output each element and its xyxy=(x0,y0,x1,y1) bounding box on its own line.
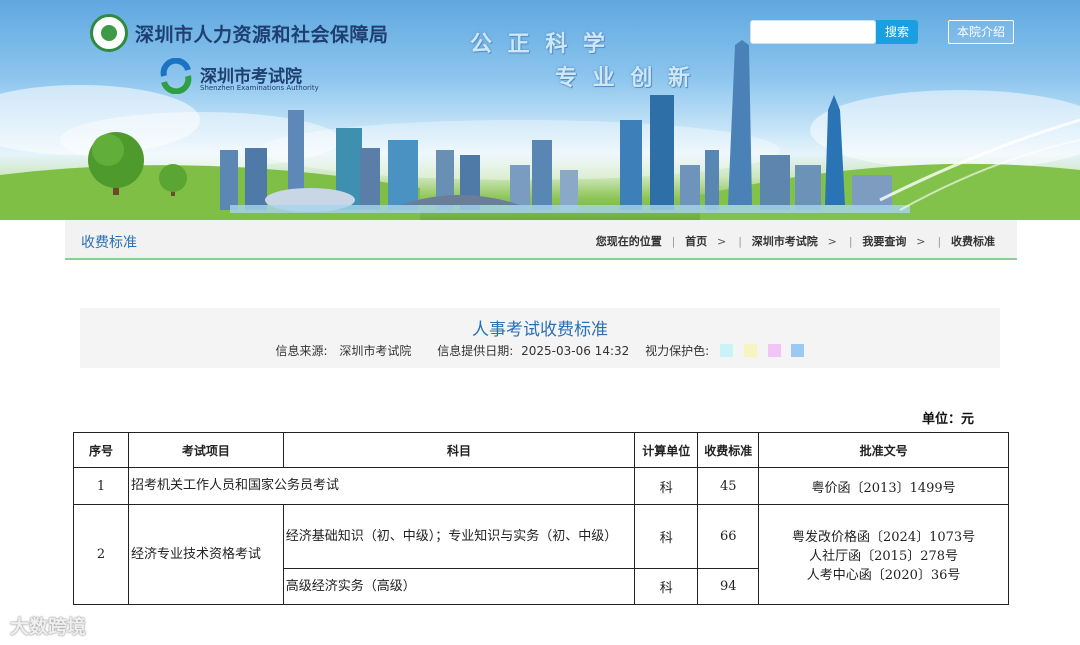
unit-cell: 科 xyxy=(634,568,699,605)
breadcrumb-arrow: > xyxy=(827,235,837,248)
exam-item: 经济专业技术资格考试 xyxy=(127,504,284,605)
section-title: 收费标准 xyxy=(81,235,137,251)
approval-line: 人考中心函〔2020〕36号 xyxy=(806,568,961,583)
approval-cell: 粤发改价格函〔2024〕1073号 人社厅函〔2015〕278号 人考中心函〔2… xyxy=(758,504,1009,605)
table-row: 1 招考机关工作人员和国家公务员考试 科 45 粤价函〔2013〕1499号 xyxy=(73,467,1009,505)
row-number: 1 xyxy=(73,467,129,505)
slogan-line-1: 公 正 科 学 xyxy=(470,32,609,57)
exam-item: 招考机关工作人员和国家公务员考试 xyxy=(127,467,636,505)
org-name: 深圳市人力资源和社会保障局 xyxy=(135,24,389,46)
table-header-row: 序号 考试项目 科目 计算单位 收费标准 批准文号 xyxy=(73,432,1009,468)
approval-cell: 粤价函〔2013〕1499号 xyxy=(758,467,1009,505)
site-banner: 深圳市人力资源和社会保障局 深圳市考试院 Shenzhen Examinatio… xyxy=(0,0,1080,220)
subject-cell: 经济基础知识（初、中级）；专业知识与实务（初、中级） xyxy=(282,504,636,569)
breadcrumb-divider: | xyxy=(671,235,676,248)
unit-label: 单位：元 xyxy=(922,412,975,427)
eye-care-swatch-pink[interactable] xyxy=(767,344,781,357)
column-header: 批准文号 xyxy=(758,432,1009,468)
column-header: 收费标准 xyxy=(697,432,760,468)
eye-care-swatch-blue[interactable] xyxy=(791,344,805,357)
breadcrumb-divider: | xyxy=(738,235,742,248)
date-label: 信息提供日期: xyxy=(437,344,514,358)
fee-table: 序号 考试项目 科目 计算单位 收费标准 批准文号 1 招考机关工作人员和国家公… xyxy=(73,432,1009,605)
fee-cell: 66 xyxy=(697,504,760,569)
unit-cell: 科 xyxy=(634,504,699,569)
watermark-logo: 大数跨境 xyxy=(10,616,87,638)
breadcrumb-home-link[interactable]: 首页 xyxy=(685,233,707,249)
about-institute-button[interactable]: 本院介绍 xyxy=(948,20,1014,44)
subject-cell: 高级经济实务（高级） xyxy=(282,568,636,605)
breadcrumb-arrow: > xyxy=(916,235,926,248)
breadcrumb-location-label: 您现在的位置 xyxy=(595,235,662,248)
hrss-logo-icon xyxy=(90,14,128,52)
source-value: 深圳市考试院 xyxy=(339,344,412,358)
column-header: 计算单位 xyxy=(634,432,699,468)
search-input[interactable] xyxy=(750,20,876,44)
breadcrumb-query-link[interactable]: 我要查询 xyxy=(862,233,906,249)
column-header: 序号 xyxy=(73,432,129,468)
fee-cell: 45 xyxy=(697,467,760,505)
article-title: 人事考试收费标准 xyxy=(472,320,608,340)
eye-care-swatch-yellow[interactable] xyxy=(743,344,757,357)
fee-cell: 94 xyxy=(697,568,760,605)
unit-cell: 科 xyxy=(634,467,699,505)
breadcrumb-divider: | xyxy=(937,235,942,248)
breadcrumb-exam-authority-link[interactable]: 深圳市考试院 xyxy=(752,233,818,249)
approval-line: 粤发改价格函〔2024〕1073号 xyxy=(792,530,976,545)
breadcrumb-divider: | xyxy=(848,235,853,248)
breadcrumb-arrow: > xyxy=(716,235,727,248)
source-label: 信息来源: xyxy=(275,344,328,358)
eye-care-label: 视力保护色: xyxy=(645,344,710,358)
exam-authority-logo-icon xyxy=(160,58,192,94)
table-row: 2 经济专业技术资格考试 经济基础知识（初、中级）；专业知识与实务（初、中级） … xyxy=(73,504,1009,605)
row-number: 2 xyxy=(73,504,129,605)
breadcrumb-bar: 收费标准 您现在的位置 | 首页 > | 深圳市考试院 > | 我要查询 > | 收费… xyxy=(65,220,1017,260)
date-value: 2025-03-06 14:32 xyxy=(521,343,630,358)
column-header: 科目 xyxy=(282,432,636,468)
slogan-line-2: 专 业 创 新 xyxy=(555,66,694,91)
eye-care-swatch-cyan[interactable] xyxy=(719,344,733,357)
sub-org-english-name: Shenzhen Examinations Authority xyxy=(200,84,319,92)
breadcrumb-current-page[interactable]: 收费标准 xyxy=(951,233,995,249)
search-button[interactable]: 搜索 xyxy=(876,20,918,44)
article-meta: 信息来源: 深圳市考试院 信息提供日期: 2025-03-06 14:32 视力… xyxy=(80,342,1000,359)
breadcrumb: 您现在的位置 | 首页 > | 深圳市考试院 > | 我要查询 > | 收费标准 xyxy=(596,233,995,249)
column-header: 考试项目 xyxy=(127,432,284,468)
article-header: 人事考试收费标准 信息来源: 深圳市考试院 信息提供日期: 2025-03-06… xyxy=(80,308,1000,368)
approval-line: 人社厅函〔2015〕278号 xyxy=(809,549,959,564)
